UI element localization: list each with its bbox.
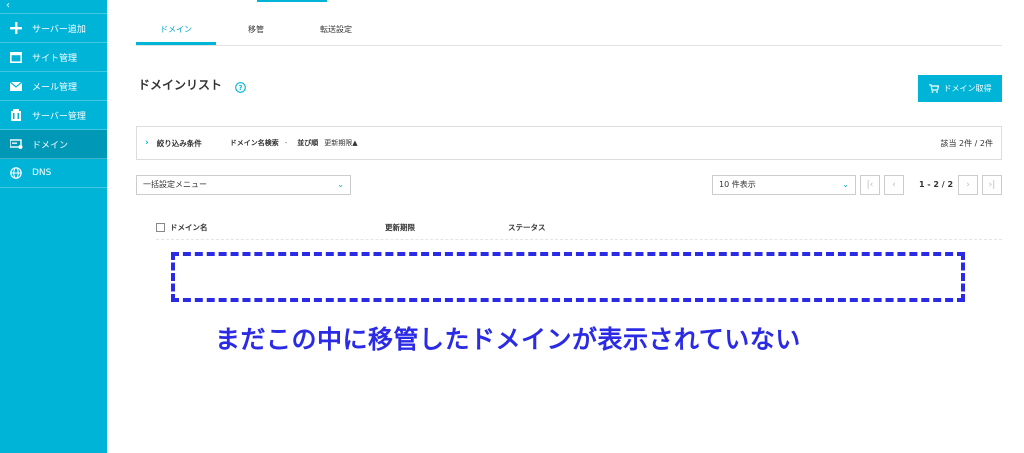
filter-sort-value: 更新期限▲ bbox=[324, 139, 358, 147]
question-circle-icon[interactable]: ? bbox=[235, 78, 246, 93]
bulk-settings-select[interactable]: 一括設定メニュー ⌄ bbox=[136, 175, 351, 195]
column-header-expiry[interactable]: 更新期限 bbox=[385, 222, 415, 233]
per-page-value: 10 件表示 bbox=[719, 180, 756, 189]
column-header-domain-name[interactable]: ドメイン名 bbox=[170, 222, 208, 233]
sidebar-item-mail-management[interactable]: メール管理 bbox=[0, 72, 107, 101]
get-domain-button-label: ドメイン取得 bbox=[943, 84, 992, 93]
result-count: 該当 2件 / 2件 bbox=[940, 139, 993, 148]
window-icon bbox=[9, 51, 23, 63]
filter-search-value: - bbox=[284, 139, 288, 147]
tab-bar: ドメイン 移管 転送設定 bbox=[136, 15, 1002, 46]
top-accent-bar bbox=[257, 0, 327, 2]
sidebar: ‹ サーバー追加 サイト管理 メール管理 サーバー管理 ドメイン DNS bbox=[0, 0, 107, 453]
sidebar-item-label: サイト管理 bbox=[32, 53, 78, 64]
domain-icon bbox=[9, 138, 23, 150]
sidebar-item-add-server[interactable]: サーバー追加 bbox=[0, 14, 107, 43]
column-header-status[interactable]: ステータス bbox=[508, 222, 546, 233]
sidebar-item-label: サーバー管理 bbox=[32, 111, 86, 122]
bulk-settings-value: 一括設定メニュー bbox=[143, 180, 207, 189]
server-icon bbox=[9, 109, 23, 121]
filter-search-key: ドメイン名検索 bbox=[229, 139, 279, 147]
sidebar-item-label: ドメイン bbox=[32, 140, 69, 151]
tab-domain[interactable]: ドメイン bbox=[136, 15, 216, 45]
cart-icon bbox=[928, 84, 939, 93]
main-content: ドメイン 移管 転送設定 ドメインリスト ? ドメイン取得 › 絞り込み条件 ド… bbox=[107, 0, 1024, 453]
svg-text:?: ? bbox=[238, 84, 242, 92]
first-page-button[interactable]: |‹ bbox=[860, 175, 880, 195]
sidebar-item-domain[interactable]: ドメイン bbox=[0, 130, 107, 159]
sidebar-item-dns[interactable]: DNS bbox=[0, 159, 107, 188]
page-info: 1 - 2 / 2 bbox=[918, 180, 954, 189]
sidebar-item-label: サーバー追加 bbox=[32, 24, 86, 35]
filter-toggle[interactable]: › 絞り込み条件 bbox=[145, 138, 202, 149]
tab-forwarding-settings[interactable]: 転送設定 bbox=[296, 15, 376, 45]
tab-transfer[interactable]: 移管 bbox=[216, 15, 296, 45]
get-domain-button[interactable]: ドメイン取得 bbox=[918, 75, 1002, 102]
chevron-right-icon: › bbox=[145, 138, 149, 148]
page-title: ドメインリスト bbox=[138, 78, 223, 92]
chevron-down-icon: ⌄ bbox=[337, 180, 344, 189]
filter-label: 絞り込み条件 bbox=[156, 138, 202, 148]
chevron-down-icon: ⌄ bbox=[842, 180, 849, 189]
prev-page-button[interactable]: ‹ bbox=[884, 175, 904, 195]
table-header: ドメイン名 更新期限 ステータス bbox=[156, 218, 1002, 240]
select-all-checkbox[interactable] bbox=[156, 223, 165, 232]
filter-sort-key: 並び順 bbox=[297, 139, 319, 147]
per-page-select[interactable]: 10 件表示 ⌄ bbox=[712, 175, 856, 195]
annotation-dashed-box bbox=[171, 252, 965, 302]
filter-bar: › 絞り込み条件 ドメイン名検索 - 並び順 更新期限▲ 該当 2件 / 2件 bbox=[136, 126, 1002, 160]
last-page-button[interactable]: ›| bbox=[982, 175, 1002, 195]
sidebar-item-server-management[interactable]: サーバー管理 bbox=[0, 101, 107, 130]
sidebar-item-site-management[interactable]: サイト管理 bbox=[0, 43, 107, 72]
globe-icon bbox=[9, 167, 23, 179]
sidebar-item-label: DNS bbox=[32, 168, 52, 178]
envelope-icon bbox=[9, 80, 23, 92]
next-page-button[interactable]: › bbox=[958, 175, 978, 195]
plus-icon bbox=[9, 22, 23, 34]
annotation-text: まだこの中に移管したドメインが表示されていない bbox=[215, 325, 801, 354]
sidebar-collapse-button[interactable]: ‹ bbox=[0, 0, 107, 14]
sidebar-item-label: メール管理 bbox=[32, 82, 78, 93]
